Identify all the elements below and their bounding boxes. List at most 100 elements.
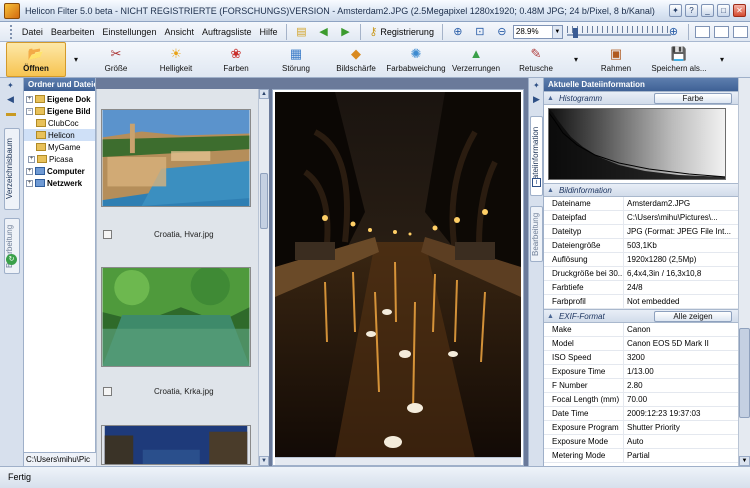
- tree-node-helicon[interactable]: Helicon: [24, 129, 95, 141]
- thumbnail-krka[interactable]: [101, 266, 253, 369]
- scroll-thumb[interactable]: [739, 328, 750, 418]
- chevron-down-icon[interactable]: ▼: [551, 25, 562, 38]
- resize-button[interactable]: ✂ Größe: [86, 42, 146, 77]
- colors-button[interactable]: ❀ Farben: [206, 42, 266, 77]
- minimize-button[interactable]: _: [701, 4, 714, 17]
- register-button[interactable]: ⚷ Registrierung: [365, 24, 438, 39]
- compare-view-button[interactable]: [733, 25, 749, 38]
- info-key: Dateityp: [544, 224, 624, 239]
- expand-icon[interactable]: +: [26, 179, 33, 187]
- fit-screen-icon[interactable]: ⊡: [471, 23, 489, 41]
- preview-horizontal-scrollbar[interactable]: [275, 457, 521, 465]
- zoom-out-icon[interactable]: ⊖: [493, 23, 511, 41]
- chromatic-button[interactable]: ✺ Farbabweichung: [386, 42, 446, 77]
- split-view-button[interactable]: [714, 25, 730, 38]
- folder-icon: [36, 131, 46, 139]
- show-all-button[interactable]: Alle zeigen: [654, 310, 732, 322]
- tree-node-mygame[interactable]: MyGame: [24, 141, 95, 153]
- noise-button[interactable]: ▦ Störung: [266, 42, 326, 77]
- thumbnail-image[interactable]: [101, 109, 251, 207]
- close-button[interactable]: ✕: [733, 4, 746, 17]
- info-key: Farbtiefe: [544, 280, 624, 295]
- menu-grip[interactable]: [10, 24, 14, 39]
- chevron-up-icon[interactable]: ▲: [547, 313, 554, 320]
- chevron-left-icon[interactable]: ◀: [7, 94, 14, 105]
- tab-processing-right[interactable]: Bearbeitung: [530, 206, 543, 262]
- chromatic-label: Farbabweichung: [386, 64, 446, 73]
- window-controls: ✦ ? _ □ ✕: [669, 4, 746, 17]
- tree-node-picasa[interactable]: + Picasa: [24, 153, 95, 165]
- thumbnail-image[interactable]: [101, 266, 251, 367]
- preview-canvas[interactable]: [275, 92, 521, 458]
- slider-thumb[interactable]: [572, 27, 578, 38]
- scroll-up-button[interactable]: ▲: [259, 89, 269, 99]
- chevron-right-icon[interactable]: ▶: [533, 94, 540, 105]
- zoom-in-icon[interactable]: ⊕: [449, 23, 467, 41]
- menu-hilfe[interactable]: Hilfe: [256, 27, 282, 37]
- open-button[interactable]: 📂 Öffnen: [6, 42, 66, 77]
- pin-icon[interactable]: ✦: [7, 81, 14, 90]
- exif-key: Exposure Program: [544, 420, 624, 435]
- open-dropdown[interactable]: ▾: [66, 42, 86, 77]
- help-icon[interactable]: ?: [685, 4, 698, 17]
- expand-icon[interactable]: +: [26, 95, 33, 103]
- tree-node-netzwerk[interactable]: + Netzwerk: [24, 177, 95, 189]
- thumbnail-hvar[interactable]: [101, 109, 253, 209]
- brightness-button[interactable]: ☀ Helligkeit: [146, 42, 206, 77]
- exif-section-header[interactable]: ▲ EXIF-Format Alle zeigen: [544, 309, 738, 323]
- file-info-panel: Aktuelle Dateiinformation ▲ Histogramm F…: [544, 78, 738, 466]
- expand-icon[interactable]: +: [28, 155, 35, 163]
- menu-bearbeiten[interactable]: Bearbeiten: [47, 27, 99, 37]
- zoom-slider[interactable]: [566, 25, 671, 38]
- save-dropdown[interactable]: ▾: [712, 42, 732, 77]
- single-view-button[interactable]: [695, 25, 711, 38]
- pin-icon[interactable]: ✦: [533, 81, 540, 90]
- zoom-combo[interactable]: 28.9% ▼: [512, 24, 563, 39]
- tree-node-computer[interactable]: + Computer: [24, 165, 95, 177]
- thumbnail-amsterdam[interactable]: [101, 425, 253, 467]
- select-checkbox[interactable]: [103, 230, 112, 239]
- chevron-up-icon[interactable]: ▲: [547, 95, 554, 102]
- histogram-section-header[interactable]: ▲ Histogramm Farbe: [544, 91, 738, 105]
- pin-icon[interactable]: ✦: [669, 4, 682, 17]
- thumbnail-image[interactable]: [101, 425, 251, 465]
- menu-datei[interactable]: Datei: [18, 27, 47, 37]
- collapse-icon[interactable]: −: [26, 107, 33, 115]
- image-info-section-header[interactable]: ▲ Bildinformation: [544, 183, 738, 197]
- maximize-button[interactable]: □: [717, 4, 730, 17]
- chevron-down-icon: ▾: [73, 55, 78, 64]
- tree-node-eigene-bild[interactable]: − Eigene Bild: [24, 105, 95, 117]
- tab-folder-tree[interactable]: Verzeichnisbaum: [4, 128, 20, 210]
- tab-processing[interactable]: Bearbeitung: [4, 218, 20, 274]
- tree-node-eigene-dok[interactable]: + Eigene Dok: [24, 93, 95, 105]
- exif-row: Date Time 2009:12:23 19:37:03: [544, 406, 738, 421]
- retouch-dropdown[interactable]: ▾: [566, 42, 586, 77]
- refresh-icon[interactable]: ↻: [6, 254, 17, 265]
- back-arrow-icon[interactable]: ◀: [314, 23, 332, 41]
- save-as-button[interactable]: 💾 Speichern als...: [646, 42, 712, 77]
- distortion-button[interactable]: ▲ Verzerrungen: [446, 42, 506, 77]
- menu-auftragsliste[interactable]: Auftragsliste: [198, 27, 256, 37]
- sharpen-button[interactable]: ◆ Bildschärfe: [326, 42, 386, 77]
- tree-node-clubcoc[interactable]: ClubCoc: [24, 117, 95, 129]
- main-toolbar: 📂 Öffnen ▾ ✂ Größe ☀ Helligkeit ❀ Farben…: [0, 42, 750, 78]
- histogram-color-button[interactable]: Farbe: [654, 92, 732, 104]
- frame-button[interactable]: ▣ Rahmen: [586, 42, 646, 77]
- info-scrollbar[interactable]: ▼: [738, 78, 750, 466]
- preview-photo[interactable]: [275, 92, 521, 458]
- zoom-value: 28.9%: [515, 27, 539, 36]
- thumbnail-scrollbar[interactable]: ▲ ▼: [258, 89, 269, 466]
- scroll-thumb[interactable]: [260, 173, 268, 229]
- retouch-button[interactable]: ✎ Retusche: [506, 42, 566, 77]
- expand-icon[interactable]: +: [26, 167, 33, 175]
- menu-einstellungen[interactable]: Einstellungen: [98, 27, 160, 37]
- menu-ansicht[interactable]: Ansicht: [160, 27, 198, 37]
- scroll-down-button[interactable]: ▼: [739, 456, 750, 466]
- select-checkbox[interactable]: [103, 387, 112, 396]
- chevron-up-icon[interactable]: ▲: [547, 187, 554, 194]
- histogram-label: Histogramm: [558, 93, 603, 103]
- window-title: Helicon Filter 5.0 beta - NICHT REGISTRI…: [25, 5, 655, 16]
- scroll-down-button[interactable]: ▼: [259, 456, 269, 466]
- notes-icon[interactable]: ▤: [292, 23, 310, 41]
- forward-arrow-icon[interactable]: ▶: [336, 23, 354, 41]
